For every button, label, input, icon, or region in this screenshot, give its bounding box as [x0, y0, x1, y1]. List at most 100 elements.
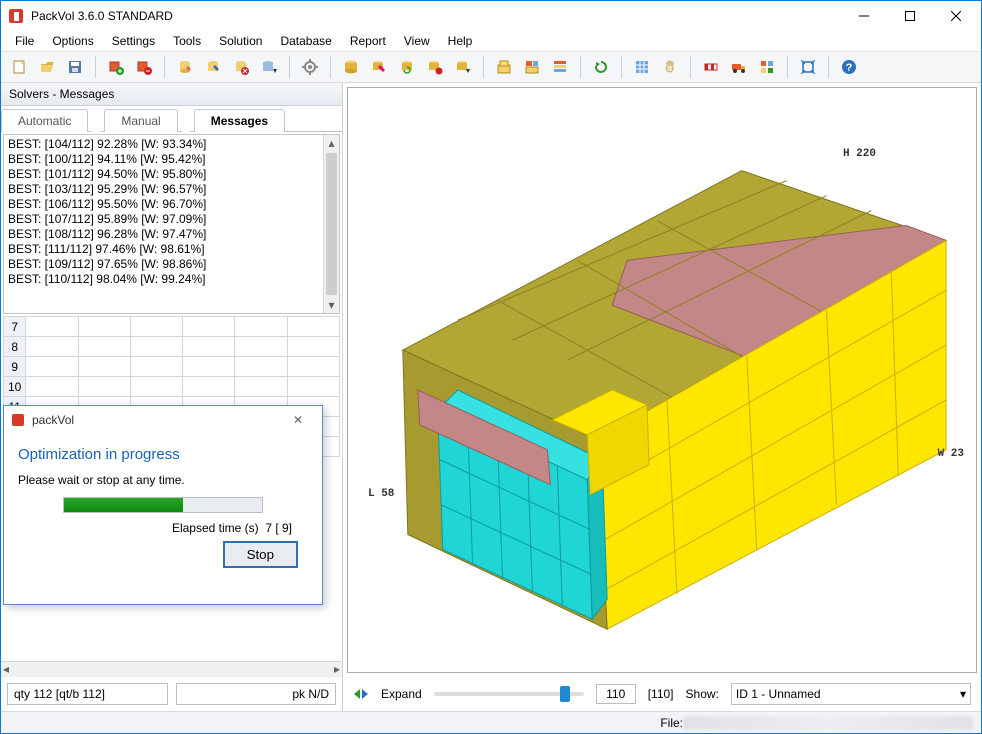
scroll-thumb[interactable]: [326, 153, 337, 295]
db-del-icon[interactable]: [423, 55, 447, 79]
menu-help[interactable]: Help: [440, 32, 481, 50]
grid-cell[interactable]: [287, 377, 339, 397]
dialog-close-icon[interactable]: ✕: [278, 413, 318, 427]
message-line: BEST: [101/112] 94.50% [W: 95.80%]: [8, 167, 319, 182]
db-refresh-icon[interactable]: [395, 55, 419, 79]
grid-cell[interactable]: [78, 377, 130, 397]
tab-manual[interactable]: Manual: [104, 109, 177, 132]
grid-cell[interactable]: [78, 317, 130, 337]
stop-button[interactable]: Stop: [223, 541, 298, 568]
db-delete-icon[interactable]: [229, 55, 253, 79]
toolbar: ?: [1, 51, 981, 83]
box-add-icon[interactable]: [104, 55, 128, 79]
window-title: PackVol 3.6.0 STANDARD: [29, 9, 841, 23]
grid-cell[interactable]: [26, 317, 78, 337]
row-header[interactable]: 8: [4, 337, 26, 357]
right-panel: H 220 W 23 L 58 Expand 110 [110] Show: I…: [343, 83, 981, 711]
grid-cell[interactable]: [130, 317, 182, 337]
count-box[interactable]: 110: [596, 684, 636, 704]
grid-cell[interactable]: [183, 337, 235, 357]
menubar: File Options Settings Tools Solution Dat…: [1, 31, 981, 51]
menu-tools[interactable]: Tools: [165, 32, 209, 50]
stack-yellow-icon[interactable]: [492, 55, 516, 79]
barrier-icon[interactable]: [699, 55, 723, 79]
show-combo[interactable]: ID 1 - Unnamed ▾: [731, 683, 971, 705]
grid-cell[interactable]: [26, 357, 78, 377]
left-panel: Solvers - Messages Automatic Manual Mess…: [1, 83, 343, 711]
db1-icon[interactable]: [339, 55, 363, 79]
scroll-up-icon[interactable]: ▴: [324, 135, 339, 151]
row-header[interactable]: 9: [4, 357, 26, 377]
grid-hscroll[interactable]: ◂ ▸: [1, 661, 342, 677]
menu-report[interactable]: Report: [342, 32, 394, 50]
show-label: Show:: [686, 687, 719, 701]
menu-file[interactable]: File: [7, 32, 42, 50]
grid-cell[interactable]: [130, 337, 182, 357]
app-icon: [3, 8, 29, 24]
grid-cell[interactable]: [235, 357, 287, 377]
help-icon[interactable]: ?: [837, 55, 861, 79]
menu-solution[interactable]: Solution: [211, 32, 270, 50]
db-edit2-icon[interactable]: [201, 55, 225, 79]
grid-cell[interactable]: [287, 317, 339, 337]
save-icon[interactable]: [63, 55, 87, 79]
db-pencil-icon[interactable]: [367, 55, 391, 79]
menu-view[interactable]: View: [396, 32, 438, 50]
grid-cell[interactable]: [26, 337, 78, 357]
grid-cell[interactable]: [26, 377, 78, 397]
menu-database[interactable]: Database: [272, 32, 339, 50]
hand-icon[interactable]: [658, 55, 682, 79]
stack-layers-icon[interactable]: [548, 55, 572, 79]
status-file-value: [683, 716, 973, 730]
scroll-down-icon[interactable]: ▾: [324, 297, 339, 313]
row-header[interactable]: 10: [4, 377, 26, 397]
3d-viewport[interactable]: H 220 W 23 L 58: [347, 87, 977, 673]
progress-bar: [63, 497, 263, 513]
grid-cell[interactable]: [130, 377, 182, 397]
status-file-label: File:: [660, 716, 683, 730]
grid-cell[interactable]: [235, 317, 287, 337]
slider-knob[interactable]: [560, 686, 570, 702]
grid-cell[interactable]: [287, 357, 339, 377]
progress-dialog: packVol ✕ Optimization in progress Pleas…: [3, 405, 323, 605]
grid-cell[interactable]: [130, 357, 182, 377]
grid-cell[interactable]: [287, 337, 339, 357]
close-button[interactable]: [933, 1, 979, 31]
message-line: BEST: [106/112] 95.50% [W: 96.70%]: [8, 197, 319, 212]
gear-icon[interactable]: [298, 55, 322, 79]
tab-messages[interactable]: Messages: [194, 109, 285, 132]
tab-automatic[interactable]: Automatic: [1, 109, 88, 132]
message-line: BEST: [100/112] 94.11% [W: 95.42%]: [8, 152, 319, 167]
db-dd-icon[interactable]: [451, 55, 475, 79]
grid-cell[interactable]: [183, 377, 235, 397]
open-icon[interactable]: [35, 55, 59, 79]
fit-icon[interactable]: [796, 55, 820, 79]
grid-cell[interactable]: [183, 357, 235, 377]
expand-icon[interactable]: [353, 687, 369, 701]
maximize-button[interactable]: [887, 1, 933, 31]
expand-label[interactable]: Expand: [381, 687, 422, 701]
qty-readout: qty 112 [qt/b 112]: [7, 683, 168, 705]
grid-cell[interactable]: [235, 337, 287, 357]
stack-mixed-icon[interactable]: [520, 55, 544, 79]
box-remove-icon[interactable]: [132, 55, 156, 79]
db-edit-icon[interactable]: [173, 55, 197, 79]
menu-settings[interactable]: Settings: [104, 32, 163, 50]
menu-options[interactable]: Options: [44, 32, 101, 50]
grid-cell[interactable]: [235, 377, 287, 397]
grid-cell[interactable]: [78, 337, 130, 357]
grid-blue-icon[interactable]: [630, 55, 654, 79]
row-header[interactable]: 7: [4, 317, 26, 337]
new-icon[interactable]: [7, 55, 31, 79]
grid-cell[interactable]: [78, 357, 130, 377]
refresh-icon[interactable]: [589, 55, 613, 79]
palette-icon[interactable]: [755, 55, 779, 79]
panel-header: Solvers - Messages: [1, 83, 342, 106]
messages-scrollbar[interactable]: ▴ ▾: [323, 135, 339, 313]
minimize-button[interactable]: [841, 1, 887, 31]
truck-icon[interactable]: [727, 55, 751, 79]
db-options-icon[interactable]: [257, 55, 281, 79]
elapsed-time: Elapsed time (s) 7 [ 9]: [18, 521, 308, 535]
view-slider[interactable]: [434, 692, 584, 696]
grid-cell[interactable]: [183, 317, 235, 337]
